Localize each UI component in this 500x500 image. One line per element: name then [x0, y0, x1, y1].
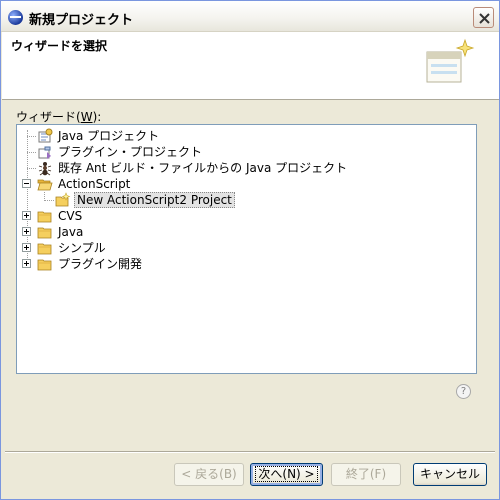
folder-icon: [37, 211, 52, 223]
tree-item-java-project[interactable]: Java プロジェクト: [17, 128, 476, 144]
help-icon[interactable]: ?: [456, 384, 471, 399]
expand-toggle-icon[interactable]: [22, 243, 31, 252]
new-project-dialog: 新規プロジェクト ウィザードを選択 ウィザード(W): Java プロジェクト …: [0, 0, 500, 500]
tree-item-label: New ActionScript2 Project: [74, 192, 235, 208]
tree-item-label: プラグイン開発: [58, 257, 143, 271]
tree-item-actionscript-folder[interactable]: ActionScript: [17, 176, 476, 192]
tree-item-java-folder[interactable]: Java: [17, 224, 476, 240]
folder-icon: [37, 227, 52, 239]
wizard-tree[interactable]: Java プロジェクト プラグイン・プロジェクト 既存 Ant ビルド・ファイル…: [16, 124, 477, 374]
wizard-header: ウィザードを選択: [2, 32, 499, 100]
footer-divider: [5, 451, 495, 453]
folder-open-icon: [37, 179, 53, 191]
page-title: ウィザードを選択: [11, 39, 108, 53]
folder-icon: [37, 243, 52, 255]
tree-item-label: 既存 Ant ビルド・ファイルからの Java プロジェクト: [58, 161, 348, 175]
tree-item-simple-folder[interactable]: シンプル: [17, 240, 476, 256]
tree-item-label: CVS: [58, 209, 83, 223]
tree-item-label: プラグイン・プロジェクト: [58, 145, 203, 159]
expand-toggle-icon[interactable]: [22, 211, 31, 220]
tree-item-ant-project[interactable]: 既存 Ant ビルド・ファイルからの Java プロジェクト: [17, 160, 476, 176]
eclipse-icon: [8, 10, 23, 25]
new-wizard-banner-icon: [426, 38, 475, 83]
next-button-label: 次へ(N) >: [255, 466, 318, 482]
tree-item-new-actionscript2-project[interactable]: New ActionScript2 Project: [17, 192, 476, 208]
cancel-button[interactable]: キャンセル: [413, 463, 487, 486]
tree-item-label: Java: [58, 225, 84, 239]
folder-icon: [37, 259, 52, 271]
tree-item-plugin-project[interactable]: プラグイン・プロジェクト: [17, 144, 476, 160]
next-button[interactable]: 次へ(N) >: [250, 463, 323, 486]
tree-item-label: Java プロジェクト: [58, 129, 160, 143]
back-button[interactable]: < 戻る(B): [174, 463, 244, 486]
collapse-toggle-icon[interactable]: [22, 179, 31, 188]
java-project-icon: [38, 128, 53, 143]
window-title: 新規プロジェクト: [29, 13, 134, 28]
tree-item-label: ActionScript: [58, 177, 131, 191]
wizard-list-label: ウィザード(W):: [16, 110, 102, 124]
wizard-icon: [55, 192, 71, 207]
tree-item-label: シンプル: [58, 241, 106, 255]
title-bar[interactable]: 新規プロジェクト: [1, 1, 499, 32]
tree-item-plugin-development-folder[interactable]: プラグイン開発: [17, 256, 476, 272]
close-icon: [479, 13, 490, 24]
tree-item-cvs-folder[interactable]: CVS: [17, 208, 476, 224]
plugin-project-icon: [38, 146, 51, 159]
expand-toggle-icon[interactable]: [22, 227, 31, 236]
close-button[interactable]: [473, 7, 494, 28]
finish-button[interactable]: 終了(F): [331, 463, 401, 486]
ant-icon: [38, 162, 52, 176]
expand-toggle-icon[interactable]: [22, 259, 31, 268]
